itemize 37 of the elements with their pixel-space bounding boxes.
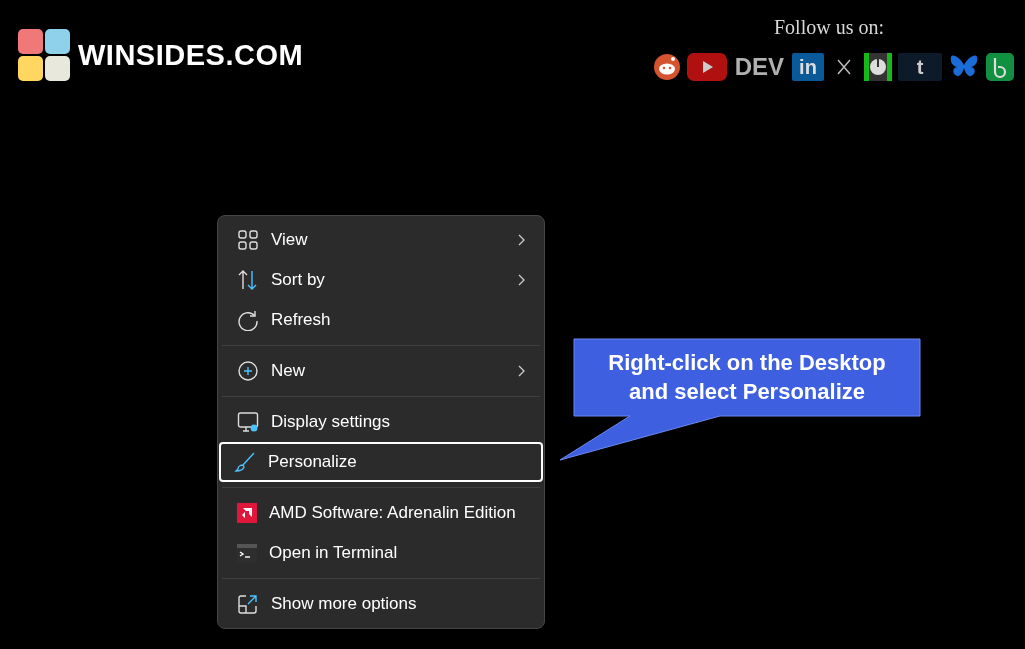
- follow-title: Follow us on:: [773, 16, 884, 39]
- menu-item-label: Sort by: [271, 270, 326, 290]
- add-icon: [237, 360, 259, 382]
- alien-head-icon[interactable]: [652, 53, 681, 81]
- dev-link[interactable]: DEV: [732, 53, 786, 81]
- play-icon[interactable]: [686, 53, 727, 81]
- display-settings-icon: [237, 411, 259, 433]
- b-logo-icon[interactable]: [986, 53, 1014, 81]
- linkedin-link[interactable]: in: [792, 53, 824, 81]
- menu-item[interactable]: Refresh: [222, 300, 540, 340]
- menu-item[interactable]: Personalize: [219, 442, 543, 482]
- four-squares-logo-icon: [18, 29, 70, 81]
- menu-item-label: Personalize: [268, 452, 358, 472]
- brand-name: WINSIDES.COM: [78, 38, 304, 72]
- menu-item-label: Refresh: [271, 310, 332, 330]
- menu-item-label: New: [271, 361, 306, 381]
- refresh-icon: [237, 309, 259, 331]
- amd-icon: [237, 503, 257, 523]
- power-icon[interactable]: [864, 53, 892, 81]
- menu-item[interactable]: Sort by: [222, 260, 540, 300]
- brush-icon: [234, 451, 256, 473]
- menu-item-label: Open in Terminal: [269, 543, 399, 563]
- tumblr-link[interactable]: t: [898, 53, 942, 81]
- menu-item[interactable]: New: [222, 351, 540, 391]
- menu-item[interactable]: Open in Terminal: [222, 533, 540, 573]
- callout-text: Right-click on the Desktop and select Personalize: [608, 349, 886, 406]
- grid-icon: [237, 229, 259, 251]
- menu-item[interactable]: View: [222, 220, 540, 260]
- menu-item-label: AMD Software: Adrenalin Edition: [269, 503, 517, 523]
- menu-item[interactable]: Show more options: [222, 584, 540, 624]
- menu-item-label: Display settings: [271, 412, 392, 432]
- menu-item[interactable]: Display settings: [222, 402, 540, 442]
- menu-item-label: View: [271, 230, 309, 250]
- open-outside-icon: [237, 593, 259, 615]
- sort-arrows-icon: [237, 269, 259, 291]
- menu-item[interactable]: AMD Software: Adrenalin Edition: [222, 493, 540, 533]
- menu-item-label: Show more options: [271, 594, 418, 614]
